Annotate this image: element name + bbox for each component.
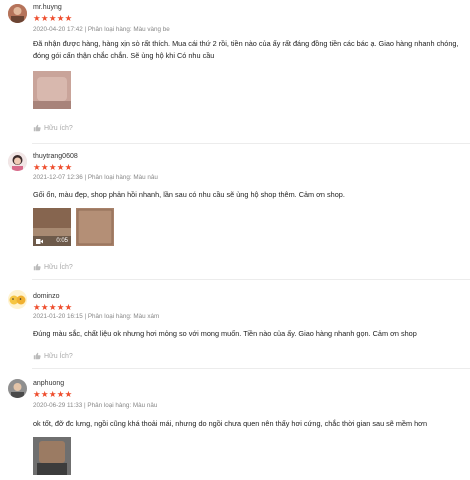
review-item: anphuong ★★★★★ 2020-06-29 11:33 | Phân l… [0,370,470,480]
avatar[interactable] [8,4,27,23]
thumbs-up-icon [33,263,41,271]
review-photo[interactable] [33,71,71,109]
review-comment: ok tốt, đỡ đc lưng, ngồi cũng khá thoải … [33,419,428,428]
video-bar: 0:05 [33,236,71,246]
review-photo[interactable] [76,208,114,246]
helpful-label: Hữu Ích? [44,352,73,360]
helpful-button[interactable]: Hữu Ích? [33,352,73,360]
helpful-button[interactable]: Hữu Ích? [33,263,73,271]
avatar[interactable] [8,152,27,171]
review-comment: Đúng màu sắc, chất liệu ok nhưng hơi mỏn… [33,329,417,338]
review-meta: 2021-12-07 12:36 | Phân loại hàng: Màu n… [33,174,158,181]
helpful-button[interactable]: Hữu ích? [33,124,73,132]
review-photo[interactable] [33,437,71,475]
review-meta: 2021-01-20 16:15 | Phân loại hàng: Màu x… [33,313,160,320]
review-video[interactable]: 0:05 [33,208,71,246]
avatar[interactable] [8,379,27,398]
thumbs-up-icon [33,352,41,360]
review-item: dominzo ★★★★★ 2021-01-20 16:15 | Phân lo… [0,280,470,370]
review-item: mr.huyng ★★★★★ 2020-04-20 17:42 | Phân l… [0,0,470,140]
reviewer-username[interactable]: thuytrang0608 [33,153,78,160]
review-meta: 2020-04-20 17:42 | Phân loại hàng: Màu v… [33,26,170,33]
avatar[interactable] [8,290,27,309]
reviewer-username[interactable]: mr.huyng [33,4,62,11]
review-comment: Đã nhận được hàng, hàng xịn sò rất thích… [33,39,459,60]
reviewer-username[interactable]: anphuong [33,380,64,387]
review-comment: Gối ổn, màu đẹp, shop phản hồi nhanh, lầ… [33,190,345,199]
helpful-label: Hữu Ích? [44,263,73,271]
divider [32,368,470,369]
review-meta: 2020-06-29 11:33 | Phân loại hàng: Màu n… [33,402,158,409]
rating-stars: ★★★★★ [33,302,73,312]
helpful-label: Hữu ích? [44,124,73,132]
divider [32,143,470,144]
thumbs-up-icon [33,124,41,132]
rating-stars: ★★★★★ [33,389,73,399]
rating-stars: ★★★★★ [33,162,73,172]
rating-stars: ★★★★★ [33,13,73,23]
review-item: thuytrang0608 ★★★★★ 2021-12-07 12:36 | P… [0,145,470,280]
video-duration: 0:05 [56,238,68,244]
reviewer-username[interactable]: dominzo [33,293,59,300]
video-camera-icon [36,238,43,244]
